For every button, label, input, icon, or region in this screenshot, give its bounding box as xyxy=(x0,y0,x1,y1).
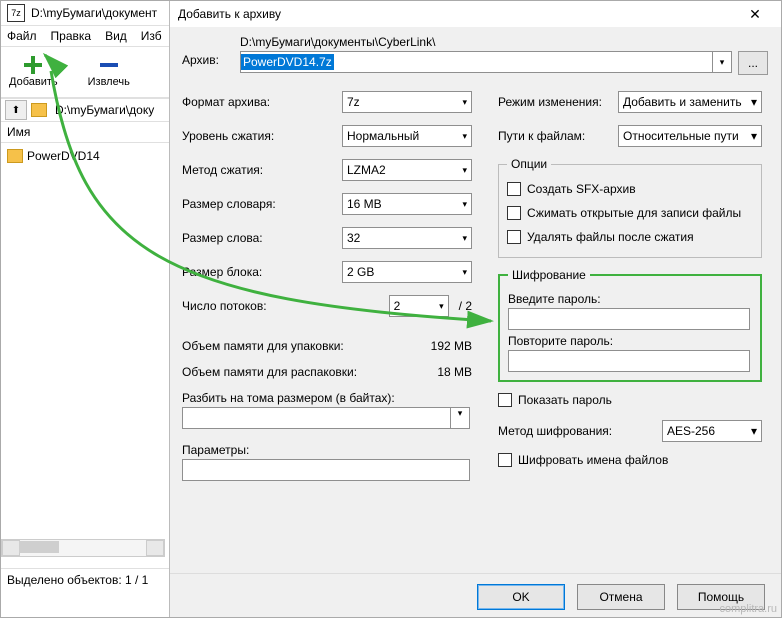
options-legend: Опции xyxy=(507,157,551,171)
add-button[interactable]: Добавить xyxy=(9,56,58,88)
folder-icon xyxy=(7,149,23,163)
format-label: Формат архива: xyxy=(182,95,270,109)
add-label: Добавить xyxy=(9,76,58,88)
status-text: Выделено объектов: 1 / 1 xyxy=(7,573,148,587)
dict-select[interactable]: 16 MB▾ xyxy=(342,193,472,215)
menu-fav[interactable]: Изб xyxy=(141,29,162,43)
minus-icon xyxy=(100,56,118,74)
method-label: Метод сжатия: xyxy=(182,163,263,177)
paths-label: Пути к файлам: xyxy=(498,129,585,143)
folder-icon xyxy=(31,103,47,117)
password2-label: Повторите пароль: xyxy=(508,334,752,348)
encrypt-names-label: Шифровать имена файлов xyxy=(518,453,668,467)
plus-icon xyxy=(24,56,42,74)
extract-button[interactable]: Извлечь xyxy=(88,56,130,88)
encryption-group: Шифрование Введите пароль: Повторите пар… xyxy=(498,268,762,382)
encrypt-names-checkbox[interactable] xyxy=(498,453,512,467)
chevron-down-icon[interactable]: ▾ xyxy=(712,52,731,72)
watermark: complitra.ru xyxy=(720,603,777,615)
cancel-button[interactable]: Отмена xyxy=(577,584,665,610)
close-button[interactable]: ✕ xyxy=(735,3,775,25)
dialog-titlebar: Добавить к архиву ✕ xyxy=(170,1,782,27)
sfx-checkbox[interactable] xyxy=(507,182,521,196)
block-label: Размер блока: xyxy=(182,265,262,279)
h-scrollbar[interactable] xyxy=(1,539,165,557)
dialog-buttons: OK Отмена Помощь xyxy=(170,573,782,618)
show-password-checkbox[interactable] xyxy=(498,393,512,407)
open-files-label: Сжимать открытые для записи файлы xyxy=(527,206,741,220)
threads-max: / 2 xyxy=(459,299,472,313)
params-input[interactable] xyxy=(182,459,470,481)
options-group: Опции Создать SFX-архив Сжимать открытые… xyxy=(498,157,762,258)
menu-view[interactable]: Вид xyxy=(105,29,127,43)
main-title: D:\myБумаги\документ xyxy=(31,6,157,20)
sfx-label: Создать SFX-архив xyxy=(527,182,636,196)
password-label: Введите пароль: xyxy=(508,292,752,306)
mem-pack-label: Объем памяти для упаковки: xyxy=(182,339,344,353)
enc-method-label: Метод шифрования: xyxy=(498,424,612,438)
dict-label: Размер словаря: xyxy=(182,197,276,211)
encryption-legend: Шифрование xyxy=(508,268,590,282)
up-button[interactable]: ⬆ xyxy=(5,100,27,120)
archive-dir: D:\myБумаги\документы\CyberLink\ xyxy=(240,35,435,49)
app-icon: 7z xyxy=(7,4,25,22)
delete-after-checkbox[interactable] xyxy=(507,230,521,244)
mem-unpack-label: Объем памяти для распаковки: xyxy=(182,365,357,379)
method-select[interactable]: LZMA2▾ xyxy=(342,159,472,181)
menu-file[interactable]: Файл xyxy=(7,29,37,43)
enc-method-select[interactable]: AES-256▾ xyxy=(662,420,762,442)
archive-name-combo[interactable]: PowerDVD14.7z ▾ xyxy=(240,51,732,73)
block-select[interactable]: 2 GB▾ xyxy=(342,261,472,283)
level-select[interactable]: Нормальный▾ xyxy=(342,125,472,147)
split-label: Разбить на тома размером (в байтах): xyxy=(182,391,472,405)
mode-label: Режим изменения: xyxy=(498,95,602,109)
show-password-label: Показать пароль xyxy=(518,393,612,407)
format-select[interactable]: 7z▾ xyxy=(342,91,472,113)
word-select[interactable]: 32▾ xyxy=(342,227,472,249)
paths-select[interactable]: Относительные пути▾ xyxy=(618,125,762,147)
password-input[interactable] xyxy=(508,308,750,330)
dialog-title: Добавить к архиву xyxy=(178,7,281,21)
mem-unpack-value: 18 MB xyxy=(437,365,472,379)
delete-after-label: Удалять файлы после сжатия xyxy=(527,230,694,244)
word-label: Размер слова: xyxy=(182,231,263,245)
mem-pack-value: 192 MB xyxy=(431,339,472,353)
open-files-checkbox[interactable] xyxy=(507,206,521,220)
password2-input[interactable] xyxy=(508,350,750,372)
level-label: Уровень сжатия: xyxy=(182,129,274,143)
archive-name: PowerDVD14.7z xyxy=(241,54,334,70)
file-name: PowerDVD14 xyxy=(27,149,100,163)
statusbar: Выделено объектов: 1 / 1 xyxy=(1,568,173,617)
threads-label: Число потоков: xyxy=(182,299,267,313)
mode-select[interactable]: Добавить и заменить▾ xyxy=(618,91,762,113)
browse-button[interactable]: ... xyxy=(738,51,768,75)
params-label: Параметры: xyxy=(182,443,472,457)
threads-select[interactable]: 2▾ xyxy=(389,295,449,317)
menu-edit[interactable]: Правка xyxy=(51,29,92,43)
col-name: Имя xyxy=(7,125,30,139)
add-to-archive-dialog: Добавить к архиву ✕ Архив: D:\myБумаги\д… xyxy=(169,1,782,618)
extract-label: Извлечь xyxy=(88,76,130,88)
archive-label: Архив: xyxy=(182,53,219,67)
ok-button[interactable]: OK xyxy=(477,584,565,610)
